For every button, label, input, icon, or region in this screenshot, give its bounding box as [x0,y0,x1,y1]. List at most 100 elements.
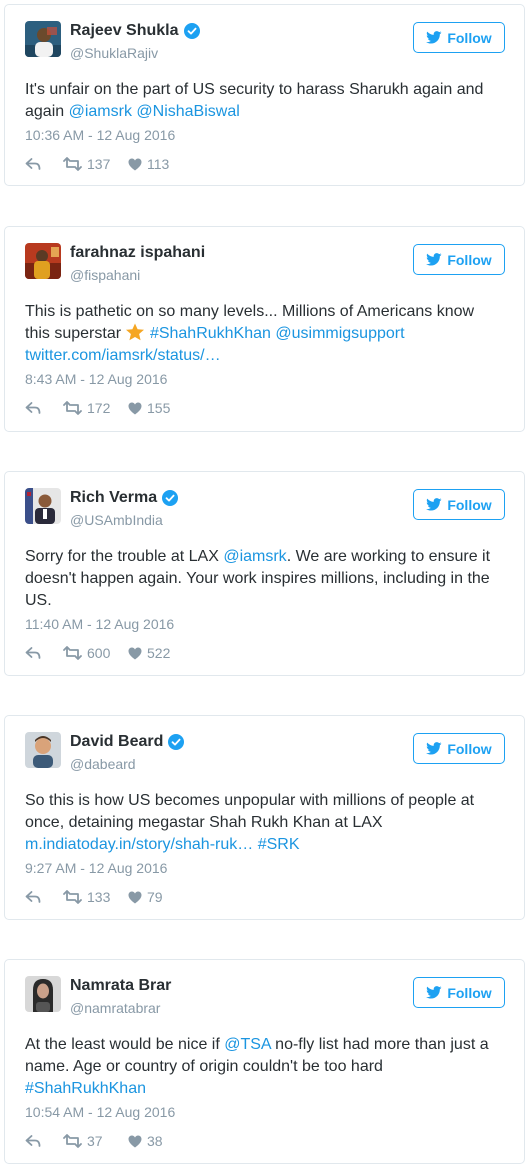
author-name-text[interactable]: Rich Verma [70,489,157,507]
avatar[interactable] [25,488,61,524]
follow-label: Follow [447,984,492,1001]
retweet-icon [63,401,82,415]
reply-icon [25,402,41,414]
tweet-card: David Beard @dabeard Follow So this is h… [4,715,525,920]
retweet-button[interactable]: 600 [63,645,128,661]
author-name-text[interactable]: Namrata Brar [70,977,171,995]
retweet-icon [63,890,82,904]
avatar[interactable] [25,243,61,279]
tweet-timestamp[interactable]: 8:43 AM - 12 Aug 2016 [25,371,167,387]
retweet-icon [63,157,82,171]
like-button[interactable]: 155 [128,400,170,416]
like-button[interactable]: 38 [128,1133,163,1149]
author-name-text[interactable]: David Beard [70,733,163,751]
text-part: So this is how US becomes unpopular with… [25,792,475,831]
author-handle[interactable]: @fispahani [70,267,140,283]
verified-badge-icon [183,23,200,39]
retweet-button[interactable]: 172 [63,400,128,416]
star-emoji-icon [126,323,145,341]
twitter-bird-icon [426,986,442,999]
author-handle[interactable]: @dabeard [70,756,136,772]
avatar[interactable] [25,732,61,768]
like-count: 155 [147,400,171,416]
twitter-bird-icon [426,742,442,755]
reply-icon [25,647,41,659]
follow-label: Follow [447,29,492,46]
heart-icon [128,158,142,170]
avatar[interactable] [25,21,61,57]
tweet-timestamp[interactable]: 10:54 AM - 12 Aug 2016 [25,1104,175,1120]
verified-badge-icon [162,490,179,506]
heart-icon [128,891,142,903]
mention-link[interactable]: @NishaBiswal [136,103,239,120]
tweet-text: It's unfair on the part of US security t… [25,79,503,123]
hashtag-link[interactable]: #ShahRukhKhan [25,1080,146,1097]
like-button[interactable]: 522 [128,645,170,661]
tweet-actions: 600 522 [25,644,170,662]
heart-icon [128,647,142,659]
reply-button[interactable] [25,1134,63,1148]
twitter-bird-icon [426,31,442,44]
url-link[interactable]: twitter.com/iamsrk/status/… [25,347,221,364]
verified-badge-icon [168,734,185,750]
follow-button[interactable]: Follow [413,22,505,53]
author-name[interactable]: farahnaz ispahani [70,244,205,262]
mention-link[interactable]: @TSA [224,1036,270,1053]
author-handle[interactable]: @USAmbIndia [70,512,163,528]
retweet-count: 172 [87,400,111,416]
like-count: 113 [147,156,170,172]
like-count: 522 [147,645,171,661]
follow-label: Follow [447,251,492,268]
mention-link[interactable]: @iamsrk [223,548,286,565]
follow-button[interactable]: Follow [413,733,505,764]
follow-button[interactable]: Follow [413,489,505,520]
url-link[interactable]: m.indiatoday.in/story/shah-ruk… [25,836,253,853]
mention-link[interactable]: @iamsrk [69,103,132,120]
hashtag-link[interactable]: #SRK [258,836,300,853]
tweet-timestamp[interactable]: 11:40 AM - 12 Aug 2016 [25,616,174,632]
twitter-bird-icon [426,253,442,266]
heart-icon [128,402,142,414]
retweet-button[interactable]: 133 [63,889,128,905]
text-part: At the least would be nice if [25,1036,225,1053]
retweet-count: 600 [87,645,111,661]
reply-button[interactable] [25,890,63,904]
reply-button[interactable] [25,401,63,415]
reply-icon [25,1135,41,1147]
like-button[interactable]: 113 [128,156,169,172]
follow-label: Follow [447,496,492,513]
retweet-count: 137 [87,156,111,172]
author-name[interactable]: Rich Verma [70,489,179,507]
follow-label: Follow [447,740,492,757]
retweet-count: 133 [87,889,111,905]
follow-button[interactable]: Follow [413,244,505,275]
like-count: 38 [147,1133,163,1149]
retweet-count: 37 [87,1133,103,1149]
follow-button[interactable]: Follow [413,977,505,1008]
tweet-text: Sorry for the trouble at LAX @iamsrk. We… [25,546,503,612]
tweet-card: Namrata Brar @namratabrar Follow At the … [4,959,525,1164]
reply-icon [25,891,41,903]
reply-button[interactable] [25,157,63,171]
hashtag-link[interactable]: #ShahRukhKhan [150,325,271,342]
author-handle[interactable]: @namratabrar [70,1000,160,1016]
retweet-button[interactable]: 37 [63,1133,128,1149]
author-name[interactable]: Namrata Brar [70,977,171,995]
tweet-text: At the least would be nice if @TSA no-fl… [25,1034,503,1100]
author-name-text[interactable]: farahnaz ispahani [70,244,205,262]
tweet-card: Rajeev Shukla @ShuklaRajiv Follow It's u… [4,4,525,186]
reply-button[interactable] [25,646,63,660]
like-button[interactable]: 79 [128,889,163,905]
author-name-text[interactable]: Rajeev Shukla [70,22,179,40]
mention-link[interactable]: @usimmigsupport [275,325,404,342]
tweet-card: Rich Verma @USAmbIndia Follow Sorry for … [4,471,525,676]
twitter-bird-icon [426,498,442,511]
retweet-button[interactable]: 137 [63,156,128,172]
author-handle[interactable]: @ShuklaRajiv [70,45,158,61]
tweet-timestamp[interactable]: 10:36 AM - 12 Aug 2016 [25,127,175,143]
avatar[interactable] [25,976,61,1012]
author-name[interactable]: Rajeev Shukla [70,22,200,40]
text-part: Sorry for the trouble at LAX [25,548,224,565]
tweet-timestamp[interactable]: 9:27 AM - 12 Aug 2016 [25,860,167,876]
author-name[interactable]: David Beard [70,733,185,751]
